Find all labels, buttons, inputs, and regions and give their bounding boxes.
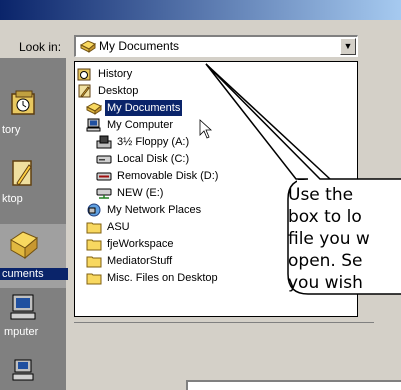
places-item-my-documents[interactable]: cuments bbox=[0, 224, 68, 288]
callout-line: file you w bbox=[288, 229, 370, 249]
dropdown-item-label: 3½ Floppy (A:) bbox=[117, 136, 190, 148]
dropdown-item-label: My Network Places bbox=[107, 204, 202, 216]
places-item-my-computer[interactable]: mputer bbox=[0, 291, 66, 351]
dialog-title-bar bbox=[0, 0, 401, 20]
chevron-down-icon[interactable]: ▼ bbox=[340, 38, 356, 55]
callout-text: Use the box to lo file you w open. Se yo… bbox=[288, 184, 401, 294]
places-label-my-computer: mputer bbox=[4, 326, 39, 338]
places-label-my-documents: cuments bbox=[0, 268, 68, 280]
file-name-field[interactable] bbox=[186, 380, 401, 390]
my-documents-icon bbox=[10, 231, 38, 260]
callout-line: open. Se bbox=[288, 251, 363, 271]
dropdown-item-label: Removable Disk (D:) bbox=[117, 170, 219, 182]
desktop-icon bbox=[12, 160, 32, 186]
places-label-desktop: ktop bbox=[2, 193, 23, 205]
dropdown-item-label: My Documents bbox=[105, 100, 183, 116]
local-disk-icon bbox=[96, 155, 112, 164]
my-documents-icon bbox=[80, 40, 96, 53]
network-drive-icon bbox=[96, 188, 112, 199]
folder-icon bbox=[86, 239, 102, 251]
floppy-drive-icon bbox=[96, 135, 112, 149]
look-in-combobox[interactable]: My Documents ▼ bbox=[74, 35, 358, 57]
places-item-network[interactable] bbox=[0, 354, 66, 390]
dropdown-item-label: fjeWorkspace bbox=[107, 238, 174, 250]
dropdown-item-label: NEW (E:) bbox=[117, 187, 164, 199]
removable-disk-icon bbox=[96, 172, 112, 181]
my-computer-icon bbox=[86, 118, 101, 132]
places-item-desktop[interactable]: ktop bbox=[0, 157, 66, 217]
network-places-icon bbox=[12, 359, 34, 381]
my-documents-icon bbox=[86, 102, 102, 115]
dropdown-item-label: Misc. Files on Desktop bbox=[107, 272, 218, 284]
folder-icon bbox=[86, 222, 102, 234]
places-item-history[interactable]: tory bbox=[0, 88, 66, 148]
history-icon bbox=[11, 90, 35, 115]
callout-line: Use the bbox=[288, 185, 354, 205]
desktop-icon bbox=[78, 84, 91, 98]
folder-icon bbox=[86, 273, 102, 285]
dropdown-item-label: My Computer bbox=[107, 119, 174, 131]
dropdown-item-label: History bbox=[98, 68, 133, 80]
callout-line: box to lo bbox=[288, 207, 362, 227]
folder-icon bbox=[86, 256, 102, 268]
callout-line: you wish bbox=[288, 273, 363, 293]
history-icon bbox=[77, 68, 91, 81]
dropdown-item-label: ASU bbox=[107, 221, 130, 233]
my-computer-icon bbox=[10, 294, 36, 320]
network-places-icon bbox=[87, 203, 101, 217]
places-label-history: tory bbox=[2, 124, 21, 136]
look-in-value: My Documents bbox=[99, 39, 180, 53]
places-sidebar: tory ktop cuments mputer bbox=[0, 58, 68, 390]
dropdown-item-label: MediatorStuff bbox=[107, 255, 173, 267]
look-in-label: Look in: bbox=[19, 40, 62, 54]
dropdown-item-label: Local Disk (C:) bbox=[117, 153, 190, 165]
file-list-scroll-area[interactable] bbox=[74, 322, 374, 341]
dropdown-item-label: Desktop bbox=[98, 85, 139, 97]
